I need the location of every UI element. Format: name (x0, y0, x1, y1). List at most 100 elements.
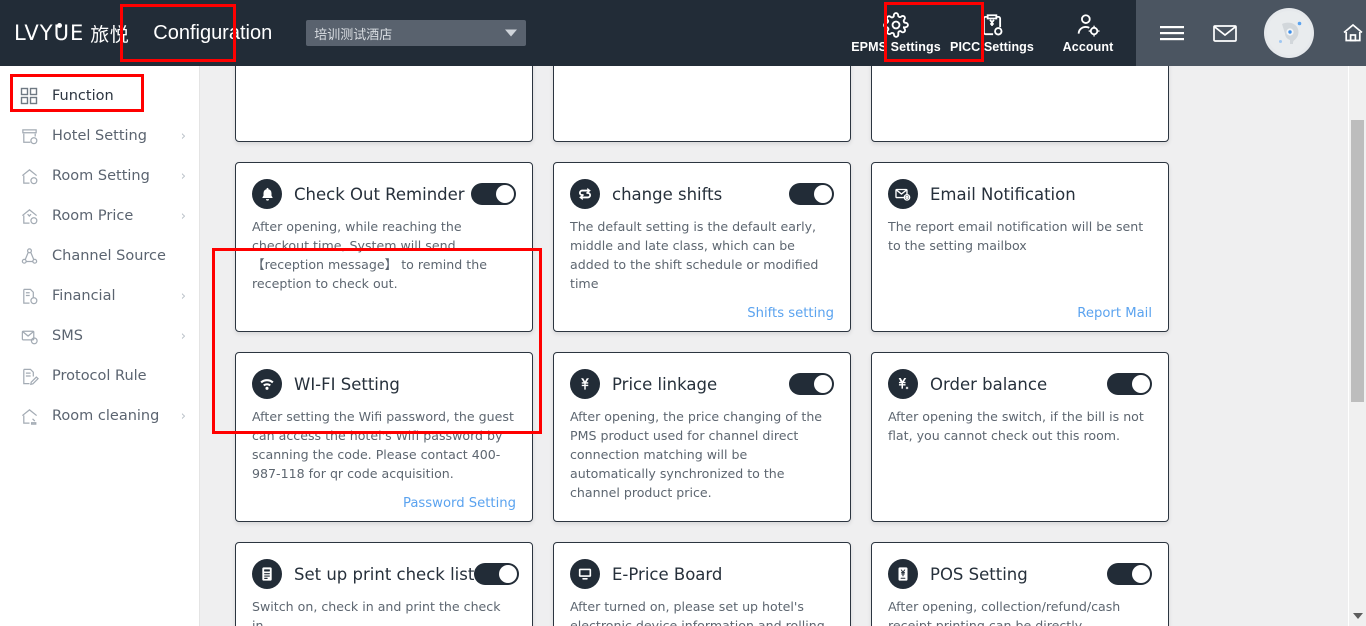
card-link-password-setting[interactable]: Password Setting (403, 496, 516, 511)
hamburger-menu-button[interactable] (1158, 22, 1186, 44)
card-link-report-mail[interactable]: Report Mail (1077, 306, 1152, 321)
share-nodes-icon (18, 245, 40, 267)
sidebar-item-room-price-arrow: › (180, 208, 186, 224)
sidebar-item-financial[interactable]: Financial › (0, 276, 200, 316)
card-title: POS Setting (930, 564, 1028, 584)
card-price-linkage[interactable]: Price linkage After opening, the price c… (553, 352, 851, 522)
card-description: After setting the Wifi password, the gue… (252, 409, 514, 481)
hotel-select-dropdown[interactable]: 培训测试酒店 (306, 20, 527, 46)
card-description: Switch on, check in and print the check … (252, 599, 501, 626)
card-change-shifts[interactable]: change shifts The default setting is the… (553, 162, 851, 332)
card-toggle[interactable] (471, 183, 516, 205)
card-description: The report email notification will be se… (888, 219, 1144, 253)
hamburger-menu-icon (1160, 26, 1184, 41)
sidebar-item-protocol-rule-label: Protocol Rule (52, 368, 147, 384)
wifi-icon (252, 369, 282, 399)
card-pos-setting[interactable]: POS Setting After opening, collection/re… (871, 542, 1169, 626)
card-partial-top-1 (235, 66, 533, 142)
avatar-robot-icon (1267, 11, 1311, 55)
card-title: Check Out Reminder (294, 184, 465, 204)
left-sidebar: Function Hotel Setting › Room Setting › (0, 66, 200, 626)
sidebar-item-room-cleaning[interactable]: Room cleaning › (0, 396, 200, 436)
card-order-balance[interactable]: Order balance After opening the switch, … (871, 352, 1169, 522)
card-links: Report Mail (888, 306, 1152, 321)
header-item-picc-settings-label: PICC Settings (950, 40, 1034, 54)
card-description: After opening, the price changing of the… (570, 409, 823, 500)
scroll-down-arrow-icon[interactable] (1349, 608, 1366, 624)
card-description: After opening the switch, if the bill is… (888, 409, 1144, 443)
card-email-notification[interactable]: Email Notification The report email noti… (871, 162, 1169, 332)
document-gear-icon (18, 285, 40, 307)
document-edit-icon (18, 365, 40, 387)
sidebar-item-hotel-setting-label: Hotel Setting (52, 128, 147, 144)
home-price-icon (18, 205, 40, 227)
sidebar-item-hotel-setting[interactable]: Hotel Setting › (0, 116, 200, 156)
brand-latin: LVYUE (14, 21, 85, 45)
sidebar-item-sms[interactable]: SMS › (0, 316, 200, 356)
top-header-bar: LVYUE 旅悦 Configuration 培训测试酒店 EPMS Setti… (0, 0, 1366, 66)
clipboard-yen-gear-icon (982, 14, 1003, 36)
user-gear-icon (1077, 14, 1100, 37)
sidebar-item-sms-label: SMS (52, 328, 83, 344)
card-description: After opening, collection/refund/cash re… (888, 599, 1121, 626)
avatar[interactable] (1264, 8, 1314, 58)
card-toggle[interactable] (789, 183, 834, 205)
sidebar-item-room-price[interactable]: Room Price › (0, 196, 200, 236)
grid-squares-icon (18, 85, 40, 107)
card-title: WI-FI Setting (294, 374, 400, 394)
header-item-epms-settings[interactable]: EPMS Settings (848, 0, 944, 66)
card-toggle[interactable] (474, 563, 520, 585)
card-title: Price linkage (612, 374, 718, 394)
card-description: After opening, while reaching the checko… (252, 219, 487, 291)
card-header: POS Setting (888, 557, 1152, 591)
card-toggle[interactable] (1107, 373, 1152, 395)
sidebar-item-channel-source-label: Channel Source (52, 248, 166, 264)
header-item-epms-settings-label: EPMS Settings (851, 40, 941, 54)
sidebar-item-room-setting[interactable]: Room Setting › (0, 156, 200, 196)
sidebar-item-room-cleaning-label: Room cleaning (52, 408, 160, 424)
home-gear-icon (18, 165, 40, 187)
card-header: Email Notification (888, 177, 1152, 211)
sidebar-item-room-price-label: Room Price (52, 208, 134, 224)
home-broom-icon (18, 405, 40, 427)
swap-arrows-icon (570, 179, 600, 209)
gear-icon (883, 12, 909, 38)
card-header: E-Price Board (570, 557, 834, 591)
sidebar-item-room-setting-arrow: › (180, 168, 186, 184)
nav-configuration[interactable]: Configuration (133, 0, 292, 66)
card-header: Check Out Reminder (252, 177, 516, 211)
main-content-area: Check Out Reminder After opening, while … (200, 66, 1348, 626)
card-toggle[interactable] (789, 373, 834, 395)
store-gear-icon (18, 125, 40, 147)
sidebar-item-room-cleaning-arrow: › (180, 408, 186, 424)
sidebar-item-channel-source[interactable]: Channel Source (0, 236, 200, 276)
card-e-price-board[interactable]: E-Price Board After turned on, please se… (553, 542, 851, 626)
header-settings-group: EPMS Settings PICC Settings Account (848, 0, 1136, 66)
sidebar-item-protocol-rule[interactable]: Protocol Rule (0, 356, 200, 396)
mail-button[interactable] (1212, 23, 1238, 43)
sms-envelope-icon (18, 325, 40, 347)
brand-chinese: 旅悦 (90, 23, 130, 46)
card-toggle[interactable] (1107, 563, 1152, 585)
card-check-out-reminder[interactable]: Check Out Reminder After opening, while … (235, 162, 533, 332)
home-button[interactable] (1340, 21, 1366, 45)
card-title: E-Price Board (612, 564, 723, 584)
sidebar-item-financial-arrow: › (180, 288, 186, 304)
header-item-account[interactable]: Account (1040, 0, 1136, 66)
feature-cards-grid: Check Out Reminder After opening, while … (235, 66, 1195, 626)
card-header: Set up print check list (252, 557, 520, 591)
card-set-up-print-check-list[interactable]: Set up print check list Switch on, check… (235, 542, 533, 626)
sidebar-item-function[interactable]: Function (0, 76, 200, 116)
yen-x-icon (888, 369, 918, 399)
sidebar-divider (199, 66, 200, 626)
card-links: Password Setting (252, 496, 516, 511)
document-lines-icon (252, 559, 282, 589)
card-wifi-setting[interactable]: WI-FI Setting After setting the Wifi pas… (235, 352, 533, 522)
card-header: Order balance (888, 367, 1152, 401)
vertical-scrollbar[interactable] (1349, 66, 1366, 626)
card-link-shifts-setting[interactable]: Shifts setting (747, 306, 834, 321)
card-partial-top-3 (871, 66, 1169, 142)
card-links: Shifts setting (570, 306, 834, 321)
vertical-scrollbar-thumb[interactable] (1351, 120, 1364, 402)
header-item-picc-settings[interactable]: PICC Settings (944, 0, 1040, 66)
